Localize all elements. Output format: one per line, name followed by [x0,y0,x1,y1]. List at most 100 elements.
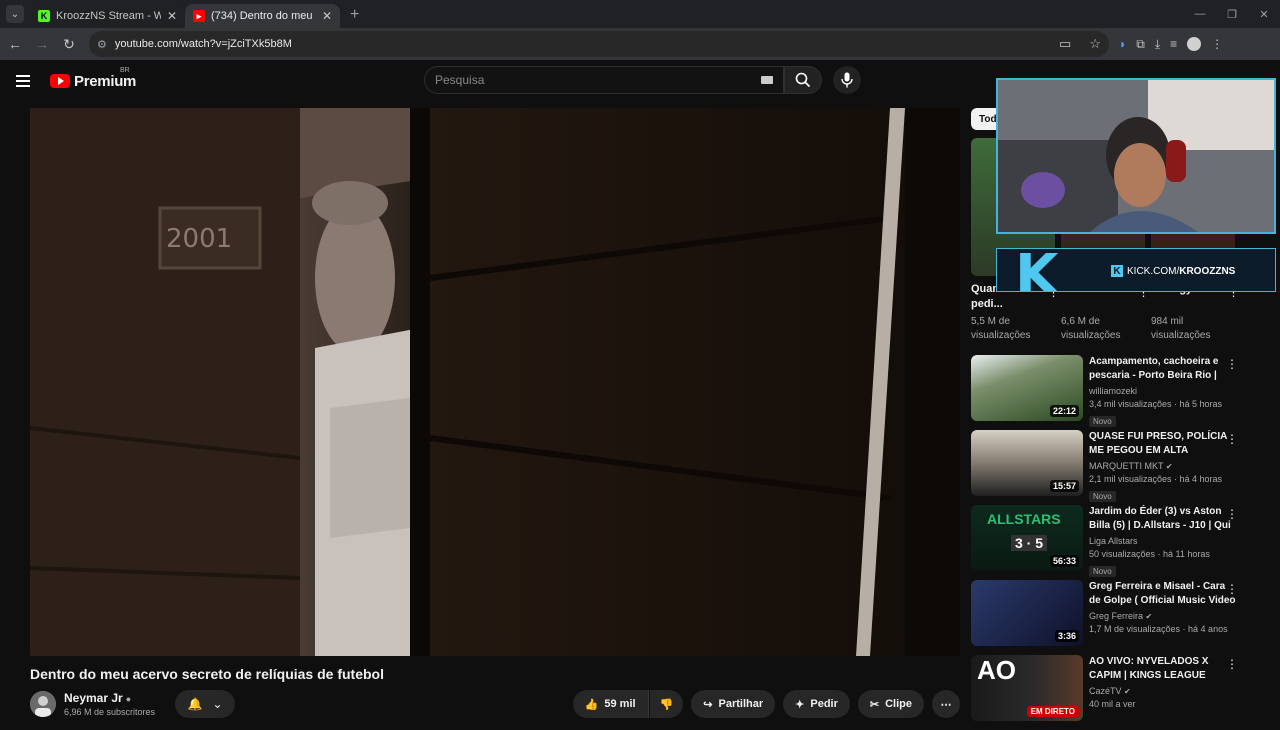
video-thumbnail[interactable]: 15:57 [971,430,1083,496]
door-number-label: 2001 [166,224,233,254]
extension-icon[interactable]: ◗ [1119,37,1126,51]
video-thumbnail[interactable]: AO EM DIRETO [971,655,1083,721]
thumbnail-text: AO [977,655,1016,685]
more-vertical-icon[interactable]: ⋮ [1226,582,1238,596]
channel-name[interactable]: williamozeki [1089,385,1237,398]
like-button[interactable]: 👍 59 mil [572,690,649,718]
list-item[interactable]: ALLSTARS 3 · 5 56:33 Jardim do Éder (3) … [971,505,1246,580]
list-item[interactable]: AO EM DIRETO AO VIVO: NYVELADOS X CAPIM … [971,655,1246,730]
search-placeholder: Pesquisa [435,73,485,87]
channel-name[interactable]: Greg Ferreira [1089,611,1143,621]
verified-icon: ✔ [1165,462,1173,471]
list-item[interactable]: 22:12 Acampamento, cachoeira e pescaria … [971,355,1246,430]
recommended-list: 22:12 Acampamento, cachoeira e pescaria … [971,355,1246,730]
channel-avatar[interactable] [30,691,56,717]
list-item[interactable]: 15:57 QUASE FUI PRESO, POLÍCIA ME PEGOU … [971,430,1246,505]
video-player[interactable]: 2001 [30,108,960,656]
video-thumbnail[interactable]: 22:12 [971,355,1083,421]
tab-youtube[interactable]: ▸ (734) Dentro do meu acervo se ✕ [185,4,340,28]
kick-favicon-icon: K [38,10,50,22]
video-title[interactable]: Jardim do Éder (3) vs Aston Billa (5) | … [1089,505,1237,533]
close-window-icon[interactable]: ✕ [1248,0,1280,28]
download-icon[interactable]: ⤓ [1155,37,1160,52]
verified-icon: ✔ [1145,612,1153,621]
more-vertical-icon[interactable]: ⋮ [1226,432,1238,446]
microphone-icon [841,72,853,88]
subscriber-count: 6,96 M de subscritores [64,707,156,717]
channel-name-row[interactable]: CazéTV ✔ [1089,685,1237,698]
channel-name[interactable]: CazéTV [1089,686,1122,696]
media-control-icon[interactable]: ≡ [1170,37,1177,51]
hamburger-menu-icon[interactable] [16,75,40,87]
close-tab-icon[interactable]: ✕ [322,9,332,23]
video-thumbnail[interactable]: 3:36 [971,580,1083,646]
video-duration: 56:33 [1049,555,1079,567]
verified-icon: ● [125,694,132,704]
dislike-button[interactable]: 👎 [649,690,684,718]
search-button[interactable] [784,66,822,94]
short-views: 6,6 M de visualizações [1061,316,1121,341]
minimize-icon[interactable]: — [1184,0,1216,28]
browser-menu-icon[interactable]: ⋮ [1211,37,1223,51]
search-input[interactable]: Pesquisa [424,66,784,94]
forward-icon[interactable]: → [30,32,54,56]
video-title[interactable]: Greg Ferreira e Misael - Cara de Golpe (… [1089,580,1237,608]
browser-tabstrip: ⌄ K KroozzNS Stream - Watch Live ✕ ▸ (73… [0,0,1280,28]
thumbnail-text: ALLSTARS [987,511,1061,527]
kick-url-user: KROOZZNS [1179,265,1236,277]
chevron-down-icon: ⌄ [212,697,223,711]
ask-button[interactable]: ✦ Pedir [783,690,850,718]
ask-label: Pedir [810,698,838,710]
video-title[interactable]: Acampamento, cachoeira e pescaria - Port… [1089,355,1237,383]
thumbs-up-icon: 👍 [584,698,599,711]
cast-icon[interactable]: ▭ [1059,36,1071,52]
kick-logo-icon: K [1111,265,1123,277]
video-thumbnail[interactable]: ALLSTARS 3 · 5 56:33 [971,505,1083,571]
bell-icon: 🔔 [187,697,203,711]
address-bar[interactable]: ⚙ youtube.com/watch?v=jZciTXk5b8M ▭ ☆ [89,31,1109,57]
extensions-puzzle-icon[interactable]: ⧉ [1136,37,1145,52]
video-stats: 2,1 mil visualizações · há 4 horas [1089,474,1223,484]
reload-icon[interactable]: ↻ [57,32,81,56]
video-stats: 1,7 M de visualizações · há 4 anos [1089,624,1228,634]
share-button[interactable]: ↪ Partilhar [691,690,776,718]
thumbnail-score: 3 · 5 [1011,535,1048,551]
video-title[interactable]: QUASE FUI PRESO, POLÍCIA ME PEGOU EM ALT… [1089,430,1237,458]
restore-icon[interactable]: ❐ [1216,0,1248,28]
youtube-premium-logo[interactable]: Premium BR [50,67,136,90]
bookmark-star-icon[interactable]: ☆ [1089,36,1101,52]
notification-bell-button[interactable]: 🔔 ⌄ [175,690,236,718]
list-item[interactable]: 3:36 Greg Ferreira e Misael - Cara de Go… [971,580,1246,655]
channel-name-row[interactable]: Neymar Jr ● [64,691,155,705]
video-stats: 50 visualizações · há 11 horas [1089,549,1210,559]
channel-name[interactable]: Liga Allstars [1089,535,1237,548]
channel-name-row[interactable]: MARQUETTI MKT ✔ [1089,460,1237,473]
back-icon[interactable]: ← [3,32,27,56]
channel-name-row[interactable]: Greg Ferreira ✔ [1089,610,1237,623]
video-duration: 3:36 [1054,630,1079,642]
more-vertical-icon[interactable]: ⋮ [1226,657,1238,671]
sparkle-icon: ✦ [795,698,805,711]
profile-avatar[interactable] [1187,37,1202,51]
channel-name[interactable]: Neymar Jr [64,691,123,705]
new-badge: Novo [1089,416,1116,427]
new-badge: Novo [1089,566,1116,577]
keyboard-icon[interactable] [761,76,773,84]
more-vertical-icon[interactable]: ⋮ [1226,507,1238,521]
video-title[interactable]: AO VIVO: NYVELADOS X CAPIM | KINGS LEAGU… [1089,655,1237,683]
voice-search-button[interactable] [833,66,861,94]
video-stats: 40 mil a ver [1089,699,1136,709]
close-tab-icon[interactable]: ✕ [167,9,177,23]
more-actions-button[interactable]: ⋯ [932,690,960,718]
kick-url-prefix: KICK.COM/ [1127,265,1180,277]
more-vertical-icon[interactable]: ⋮ [1226,357,1238,371]
tab-title: KroozzNS Stream - Watch Live [56,10,161,22]
new-tab-button[interactable]: + [350,6,359,24]
tab-kroozzns[interactable]: K KroozzNS Stream - Watch Live ✕ [30,4,185,28]
clip-button[interactable]: ✂ Clipe [857,690,924,718]
tab-search-button[interactable]: ⌄ [6,5,24,23]
channel-name[interactable]: MARQUETTI MKT [1089,461,1163,471]
url-text: youtube.com/watch?v=jZciTXk5b8M [114,38,292,50]
more-horizontal-icon: ⋯ [940,698,952,711]
site-info-icon[interactable]: ⚙ [97,38,107,51]
